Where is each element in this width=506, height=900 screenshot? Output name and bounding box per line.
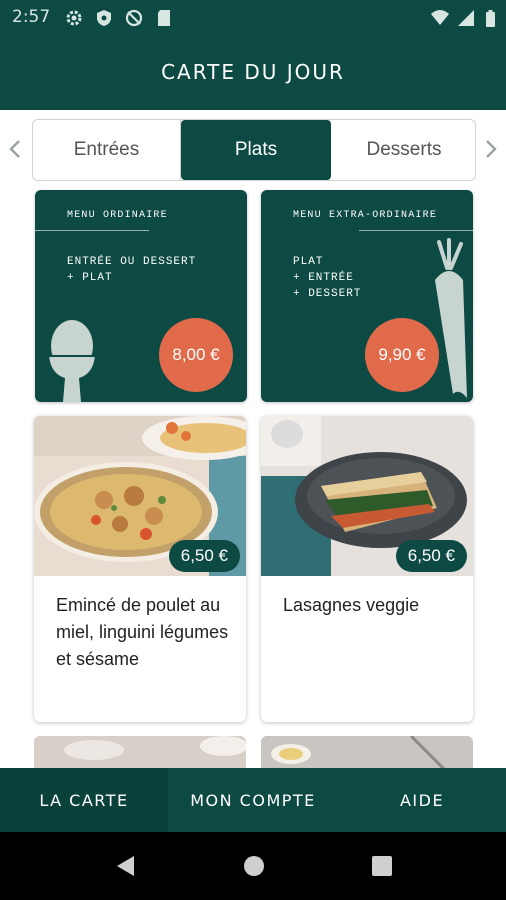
carrot-icon xyxy=(435,238,467,398)
chevron-left-icon[interactable] xyxy=(6,137,24,161)
sd-card-icon xyxy=(158,10,170,26)
menu-description: PLAT + ENTRÉE + DESSERT xyxy=(293,256,362,300)
category-tabs: Entrées Plats Desserts xyxy=(0,110,506,190)
dish-price: 6,50 € xyxy=(395,540,467,572)
no-sync-icon xyxy=(125,9,143,27)
menu-title: MENU ORDINAIRE xyxy=(67,210,168,221)
menu-card-ordinaire[interactable]: MENU ORDINAIRE ENTRÉE OU DESSERT + PLAT … xyxy=(35,190,247,402)
tab-entrees[interactable]: Entrées xyxy=(33,120,181,180)
signal-icon xyxy=(458,10,474,26)
menu-title: MENU EXTRA-ORDINAIRE xyxy=(293,210,438,221)
divider xyxy=(35,230,149,231)
dish-card-emince-poulet[interactable]: 6,50 € Emincé de poulet au miel, linguin… xyxy=(34,416,246,722)
status-time: 2:57 xyxy=(12,7,51,27)
tab-plats[interactable]: Plats xyxy=(181,120,331,180)
nav-mon-compte[interactable]: MON COMPTE xyxy=(168,768,338,832)
system-nav-bar xyxy=(0,832,506,900)
wifi-icon xyxy=(431,10,449,25)
back-icon[interactable] xyxy=(114,854,138,878)
chevron-right-icon[interactable] xyxy=(482,137,500,161)
menu-price: 9,90 € xyxy=(365,318,439,392)
tab-desserts[interactable]: Desserts xyxy=(331,120,475,180)
dish-name: Lasagnes veggie xyxy=(283,595,420,615)
status-bar: 2:57 xyxy=(0,0,506,36)
app-bar: CARTE DU JOUR xyxy=(0,36,506,110)
nav-aide[interactable]: AIDE xyxy=(338,768,506,832)
menu-price: 8,00 € xyxy=(159,318,233,392)
home-icon[interactable] xyxy=(242,854,266,878)
shield-icon xyxy=(97,10,111,26)
divider xyxy=(359,230,473,231)
dish-price: 6,50 € xyxy=(168,540,240,572)
battery-icon xyxy=(486,10,495,27)
bottom-nav: LA CARTE MON COMPTE AIDE xyxy=(0,768,506,832)
menu-description: ENTRÉE OU DESSERT + PLAT xyxy=(67,256,197,284)
menu-card-extra-ordinaire[interactable]: MENU EXTRA-ORDINAIRE PLAT + ENTRÉE + DES… xyxy=(261,190,473,402)
nav-la-carte[interactable]: LA CARTE xyxy=(0,768,168,832)
page-title: CARTE DU JOUR xyxy=(161,60,345,84)
dish-card-lasagnes-veggie[interactable]: 6,50 € Lasagnes veggie xyxy=(261,416,473,722)
dish-name: Emincé de poulet au miel, linguini légum… xyxy=(56,595,229,669)
recents-icon[interactable] xyxy=(370,854,394,878)
settings-icon xyxy=(66,10,82,26)
egg-cup-icon xyxy=(49,320,95,402)
tab-bar: Entrées Plats Desserts xyxy=(32,119,476,181)
